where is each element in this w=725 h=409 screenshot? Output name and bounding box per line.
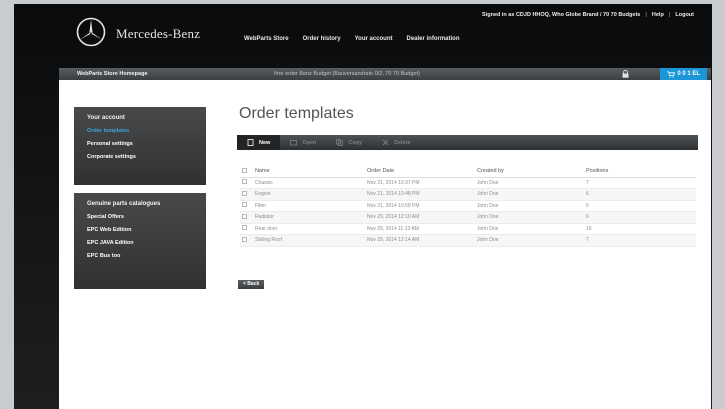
signed-in-text: Signed in as CDJD HHOQ, Who Globe Brand …	[482, 12, 641, 18]
nav-dealer-information[interactable]: Dealer information	[407, 36, 460, 42]
templates-table: Name Order Date Created by Positions Cha…	[240, 166, 696, 247]
table-header-row: Name Order Date Created by Positions	[240, 166, 696, 178]
nav-order-history[interactable]: Order history	[303, 36, 341, 42]
info-strip: WebParts Store Homepage Ihre order Benz …	[59, 68, 711, 80]
col-name[interactable]: Name	[251, 166, 363, 178]
cell-date: Nov 21, 2014 10:48 PM	[363, 188, 473, 201]
cell-date: Nov 21, 2014 10:58 PM	[363, 200, 473, 212]
copy-button[interactable]: Copy	[326, 135, 372, 150]
row-checkbox[interactable]	[242, 236, 247, 242]
cell-user: John Doe	[473, 200, 582, 212]
cell-positions: 16	[582, 223, 696, 235]
main-nav: WebParts Store Order history Your accoun…	[244, 36, 460, 42]
row-checkbox-cell	[240, 223, 251, 235]
cell-date: Nov 29, 2014 12:14 AM	[363, 234, 473, 247]
row-checkbox-cell	[240, 234, 251, 247]
cart-count: 0 0 1 EL	[677, 71, 700, 77]
open-button[interactable]: Open	[280, 135, 326, 150]
cell-positions: 7	[582, 234, 696, 247]
copy-label: Copy	[348, 139, 363, 146]
table-row[interactable]: Rear door Nov 29, 2014 11:13 AM John Doe…	[240, 223, 696, 235]
cell-name[interactable]: Rear door	[251, 223, 363, 235]
lock-icon	[622, 70, 629, 78]
cell-positions: 6	[582, 188, 696, 201]
cell-user: John Doe	[473, 188, 582, 201]
table-row[interactable]: Engine Nov 21, 2014 10:48 PM John Doe 6	[240, 188, 696, 201]
sidebar-heading-account[interactable]: Your account	[87, 115, 206, 121]
table-row[interactable]: Filter Nov 21, 2014 10:58 PM John Doe 5	[240, 200, 696, 212]
cell-name[interactable]: Sliding Roof	[251, 234, 363, 247]
row-checkbox-cell	[240, 200, 251, 212]
cell-user: John Doe	[473, 211, 582, 224]
separator: |	[668, 12, 671, 18]
row-checkbox[interactable]	[242, 190, 247, 196]
row-checkbox-cell	[240, 188, 251, 201]
help-link[interactable]: Help	[652, 12, 664, 18]
new-label: New	[259, 139, 271, 146]
cell-positions: 7	[582, 177, 696, 189]
open-icon	[290, 140, 298, 146]
delete-button[interactable]: Delete	[372, 135, 421, 150]
cell-positions: 5	[582, 200, 696, 212]
cell-name[interactable]: Chassis	[251, 177, 363, 189]
new-button[interactable]: New	[237, 135, 281, 150]
table-row[interactable]: Radiator Nov 29, 2014 12:10 AM John Doe …	[240, 211, 696, 224]
copy-icon	[336, 139, 344, 146]
row-checkbox[interactable]	[242, 179, 247, 185]
cell-positions: 6	[582, 211, 696, 224]
col-created-by[interactable]: Created by	[473, 166, 582, 178]
col-order-date[interactable]: Order Date	[363, 166, 473, 178]
separator: |	[645, 12, 647, 18]
sidebar-item-epc-bus[interactable]: EPC Bus too	[87, 253, 206, 259]
new-document-icon	[247, 139, 254, 146]
cell-name[interactable]: Radiator	[251, 211, 363, 224]
cell-user: John Doe	[473, 177, 582, 189]
row-checkbox-cell	[240, 177, 251, 189]
nav-webparts-store[interactable]: WebParts Store	[244, 36, 289, 42]
utility-links: Signed in as CDJD HHOQ, Who Globe Brand …	[482, 12, 694, 18]
budget-notice: Ihre order Benz Budget (Bauversandrate 0…	[274, 71, 420, 77]
col-positions[interactable]: Positions	[582, 166, 696, 178]
select-all-cell	[240, 166, 251, 178]
cart-button[interactable]: 0 0 1 EL	[660, 68, 707, 80]
row-checkbox[interactable]	[242, 213, 247, 219]
row-checkbox[interactable]	[242, 202, 247, 208]
cell-name[interactable]: Filter	[251, 200, 363, 212]
sidebar-catalogues: Genuine parts catalogues Special Offers …	[74, 193, 206, 289]
table-row[interactable]: Chassis Nov 21, 2014 10:37 PM John Doe 7	[240, 177, 696, 189]
cart-icon	[667, 70, 676, 78]
sidebar-item-order-templates[interactable]: Order templates	[87, 128, 206, 134]
cell-date: Nov 29, 2014 12:10 AM	[363, 211, 473, 224]
delete-label: Delete	[394, 139, 411, 146]
header: Mercedes-Benz WebParts Store Order histo…	[14, 4, 712, 64]
back-button[interactable]: < Back	[238, 280, 265, 289]
home-link[interactable]: WebParts Store Homepage	[77, 71, 148, 77]
star-logo-icon[interactable]	[76, 17, 106, 47]
cell-user: John Doe	[473, 223, 582, 235]
sidebar-item-personal-settings[interactable]: Personal settings	[87, 141, 206, 147]
row-checkbox-cell	[240, 211, 251, 224]
content-panel: Your account Order templates Personal se…	[59, 80, 711, 409]
logout-link[interactable]: Logout	[675, 12, 694, 18]
sidebar-heading-catalogues[interactable]: Genuine parts catalogues	[87, 201, 206, 207]
sidebar-account: Your account Order templates Personal se…	[74, 107, 206, 185]
cell-date: Nov 29, 2014 11:13 AM	[363, 223, 473, 235]
table-row[interactable]: Sliding Roof Nov 29, 2014 12:14 AM John …	[240, 234, 696, 247]
sidebar-item-epc-web[interactable]: EPC Web Edition	[87, 227, 206, 233]
delete-icon	[382, 139, 389, 146]
nav-your-account[interactable]: Your account	[355, 36, 393, 42]
toolbar: New Open Copy Delete	[237, 135, 698, 150]
cell-user: John Doe	[473, 234, 582, 247]
brand-name: Mercedes-Benz	[116, 26, 201, 41]
sidebar-item-corporate-settings[interactable]: Corporate settings	[87, 154, 206, 160]
cell-name[interactable]: Engine	[251, 188, 363, 201]
page-title: Order templates	[239, 105, 354, 122]
cell-date: Nov 21, 2014 10:37 PM	[363, 177, 473, 189]
browser-frame: Mercedes-Benz WebParts Store Order histo…	[14, 4, 712, 409]
open-label: Open	[302, 139, 317, 146]
row-checkbox[interactable]	[242, 225, 247, 231]
sidebar-item-epc-java[interactable]: EPC JAVA Edition	[87, 240, 206, 246]
select-all-checkbox[interactable]	[242, 167, 247, 173]
sidebar-item-special-offers[interactable]: Special Offers	[87, 214, 206, 220]
